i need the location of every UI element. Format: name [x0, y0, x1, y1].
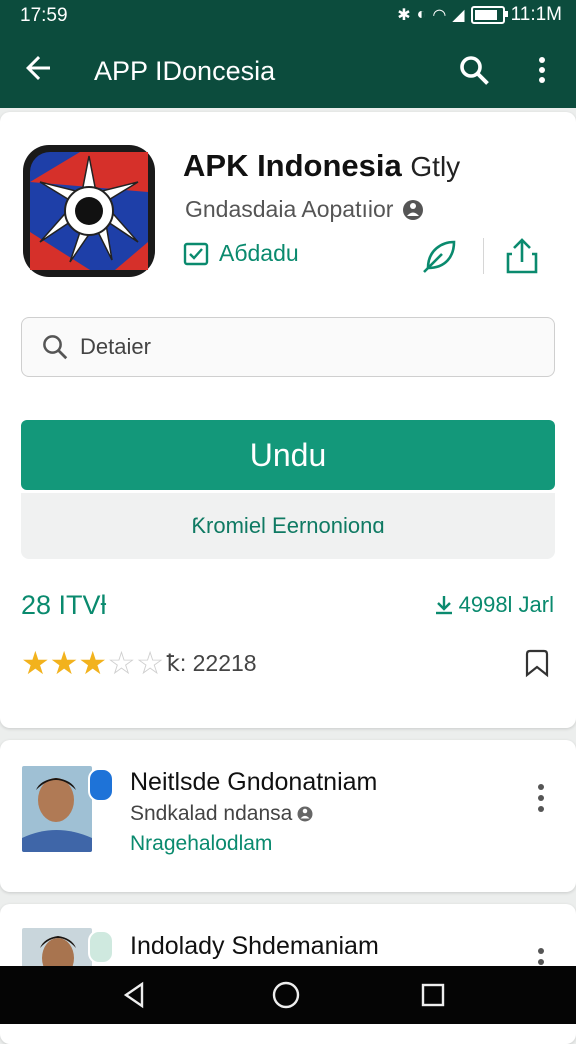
star-filled-icon: ★	[21, 645, 50, 681]
review-card[interactable]: Neitlsde Gndonatniam Sndkalad ndansa Nra…	[0, 740, 576, 892]
verified-badge	[88, 930, 114, 964]
nav-home-icon[interactable]	[271, 980, 301, 1010]
info-icon[interactable]	[401, 198, 425, 222]
search-icon[interactable]	[456, 52, 492, 88]
action-divider	[483, 238, 484, 274]
alarm-icon: ◐	[416, 6, 427, 23]
rating-stars: ★★★☆☆	[21, 646, 164, 680]
wifi-icon: ◠	[432, 7, 447, 24]
rating-row: ★★★☆☆ ꝁ: 22218	[21, 646, 257, 680]
search-placeholder[interactable]: Detaier	[80, 334, 151, 360]
more-vert-icon[interactable]	[528, 52, 556, 88]
install-button[interactable]: Undu	[21, 420, 555, 490]
app-name-suffix: Gtly	[410, 151, 461, 182]
app-detail-card: APK Indonesia Gtly Gndasdaia Aopatıior A…	[0, 112, 576, 728]
nav-back-icon[interactable]	[120, 980, 150, 1010]
bluetooth-icon: ✱	[397, 7, 411, 24]
back-arrow-icon[interactable]	[20, 50, 56, 86]
signal-icon: ◢	[452, 7, 465, 24]
reviewer-link[interactable]: Nragehalodlam	[130, 832, 272, 856]
battery-icon	[470, 6, 508, 24]
reviewer-name: Indolady Shdemaniam	[130, 932, 379, 960]
leaf-icon[interactable]	[420, 236, 460, 276]
search-icon	[43, 335, 68, 360]
download-icon	[435, 596, 452, 615]
reviewer-subtitle-row: Sndkalad ndansa	[130, 802, 314, 826]
app-bar-title: APP IDoncesia	[94, 56, 276, 86]
downloads-stat: 4998l Jarl	[433, 592, 554, 618]
app-name: APK Indonesia Gtly	[183, 148, 460, 184]
star-filled-icon: ★	[78, 645, 108, 681]
share-icon[interactable]	[504, 236, 540, 276]
developer-row[interactable]: Gndasdaia Aopatıior	[185, 196, 425, 223]
checkbox-icon	[183, 242, 209, 265]
install-state-label: Aбdаdu	[219, 240, 299, 266]
status-bar: 17:59 ✱ ◐ ◠ ◢ 11:1M	[0, 0, 576, 32]
detail-search-field[interactable]: Detaier	[21, 317, 555, 377]
app-bar: APP IDoncesia	[0, 32, 576, 108]
stats-label: 28 ITVƚ	[21, 590, 107, 620]
more-vert-icon[interactable]	[532, 780, 550, 816]
rating-count: ꝁ: 22218	[166, 649, 257, 676]
reviewer-subtitle: Sndkalad ndansa	[130, 802, 293, 825]
star-filled-icon: ★	[49, 645, 79, 681]
status-time: 17:59	[20, 5, 68, 26]
verified-badge	[88, 768, 114, 802]
app-name-text: APK Indonesia	[183, 148, 402, 183]
bookmark-icon[interactable]	[522, 648, 552, 678]
star-empty-icon: ☆	[107, 645, 136, 681]
install-state: Aбdаdu	[183, 240, 299, 267]
status-clock-right: 11:1M	[510, 4, 562, 25]
reviewer-name: Neitlsde Gndonatniam	[130, 768, 378, 796]
status-icons: ✱ ◐ ◠ ◢ 11:1M	[397, 4, 562, 26]
avatar	[22, 766, 92, 852]
system-nav-bar	[0, 966, 576, 1024]
secondary-action-button[interactable]: Ƙromiel Eernonionɑ	[21, 493, 555, 559]
app-logo-icon	[23, 145, 155, 277]
downloads-text: 4998l Jarl	[458, 592, 554, 617]
nav-recents-icon[interactable]	[420, 982, 446, 1008]
info-icon	[297, 806, 313, 822]
star-empty-icon: ☆	[135, 645, 165, 681]
developer-name[interactable]: Gndasdaia Aopatıior	[185, 196, 393, 223]
